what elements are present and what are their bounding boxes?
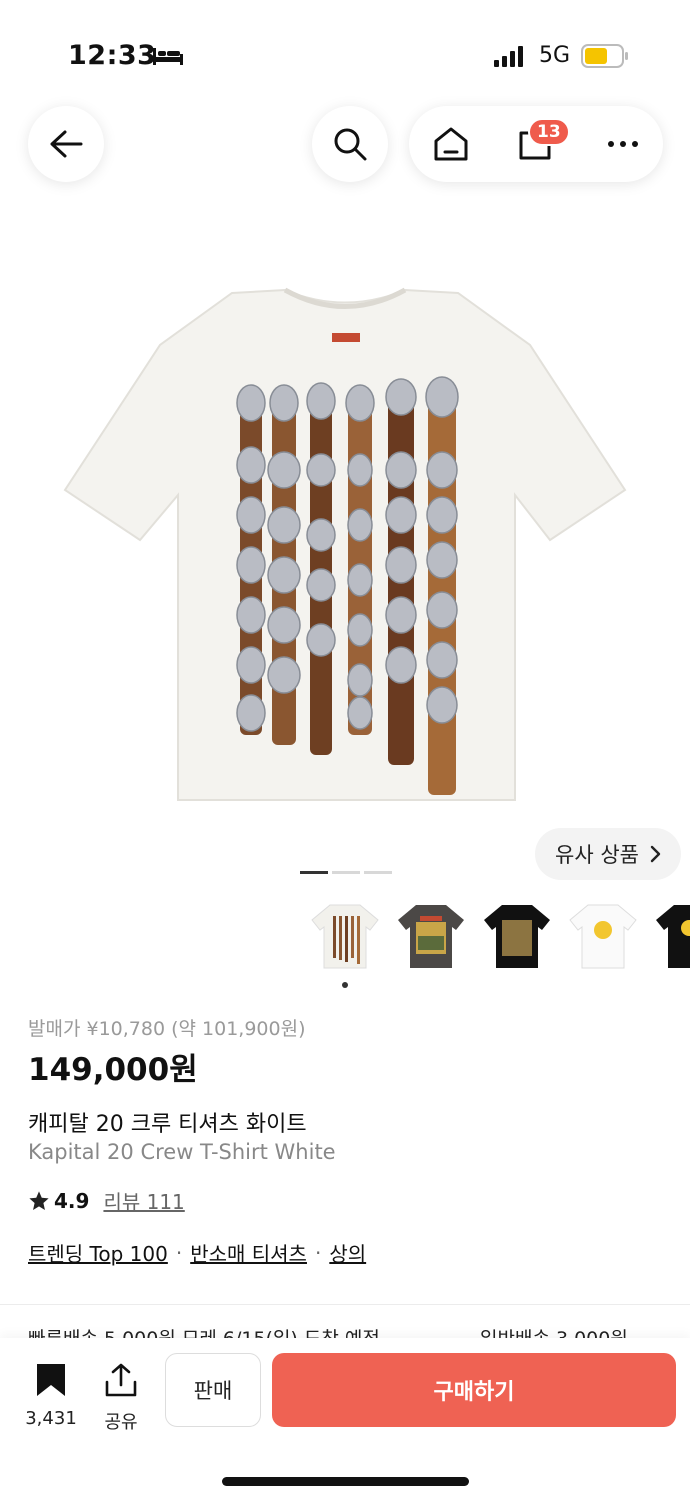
carousel-dot-active <box>300 871 328 874</box>
status-bar: 12:33 5G <box>0 0 690 100</box>
section-divider <box>0 1304 690 1305</box>
similar-products-button[interactable]: 유사 상품 <box>535 828 681 880</box>
sell-button[interactable]: 판매 <box>165 1353 261 1427</box>
carousel-dot <box>364 871 392 874</box>
thumbnail-gray-graphic-tee[interactable] <box>394 902 468 972</box>
star-icon <box>29 1190 49 1210</box>
rating-score: 4.9 <box>54 1188 90 1213</box>
thumbnail-black-smiley-tee[interactable] <box>652 902 690 972</box>
product-name-english: Kapital 20 Crew T-Shirt White <box>28 1140 336 1164</box>
thumbnail-black-graphic-tee[interactable] <box>480 902 554 972</box>
review-link[interactable]: 리뷰 111 <box>103 1186 184 1215</box>
chevron-right-icon <box>650 845 661 863</box>
category-separator: · <box>175 1240 183 1265</box>
thumbnail-white-smiley-tee[interactable] <box>566 902 640 972</box>
category-link-tops[interactable]: 상의 <box>329 1238 366 1267</box>
bookmark-button[interactable]: 3,431 <box>20 1362 82 1429</box>
category-separator: · <box>314 1240 322 1265</box>
product-image[interactable] <box>60 285 630 805</box>
home-icon <box>434 127 468 161</box>
battery-icon <box>581 44 628 68</box>
search-icon <box>334 128 367 161</box>
home-indicator[interactable] <box>222 1477 469 1486</box>
related-thumbnails <box>308 902 690 972</box>
similar-products-label: 유사 상품 <box>555 843 639 867</box>
search-button[interactable] <box>312 106 388 182</box>
sleep-focus-icon <box>153 48 183 65</box>
cart-count-badge: 13 <box>528 118 570 146</box>
category-link-trending[interactable]: 트렌딩 Top 100 <box>28 1238 168 1267</box>
buy-button[interactable]: 구매하기 <box>272 1353 676 1427</box>
shipping-normal: 일반배송 3,000원 <box>480 1324 628 1338</box>
thumbnail-indicator-dot <box>342 982 348 988</box>
back-button[interactable] <box>28 106 104 182</box>
network-type: 5G <box>539 43 571 68</box>
nav-action-group: 13 <box>409 106 663 182</box>
shipping-options-row[interactable]: 빠른배송 5,000원 모레 6/15(일) 도착 예정 일반배송 3,000원 <box>28 1324 690 1338</box>
carousel-dot <box>332 871 360 874</box>
bookmark-icon <box>37 1364 65 1396</box>
current-price: 149,000원 <box>28 1052 198 1088</box>
bookmark-count: 3,431 <box>25 1408 77 1429</box>
bottom-action-bar: 3,431 공유 판매 구매하기 <box>0 1338 690 1500</box>
share-icon <box>105 1363 137 1397</box>
image-carousel-indicator <box>300 871 392 874</box>
signal-icon <box>494 46 523 67</box>
back-icon <box>50 130 83 158</box>
thumbnail-white-belts-tee[interactable] <box>308 902 382 972</box>
more-button[interactable] <box>583 106 663 182</box>
release-price: 발매가 ¥10,780 (약 101,900원) <box>28 1018 306 1040</box>
product-name-korean: 캐피탈 20 크루 티셔츠 화이트 <box>28 1112 307 1137</box>
category-link-short-sleeve[interactable]: 반소매 티셔츠 <box>190 1238 307 1267</box>
status-time: 12:33 <box>68 40 157 71</box>
share-button[interactable]: 공유 <box>96 1362 146 1434</box>
shipping-fast: 빠른배송 5,000원 모레 6/15(일) 도착 예정 <box>28 1324 380 1338</box>
category-breadcrumb: 트렌딩 Top 100 · 반소매 티셔츠 · 상의 <box>28 1238 366 1267</box>
home-button[interactable] <box>411 106 491 182</box>
share-label: 공유 <box>104 1412 138 1433</box>
more-icon <box>608 141 638 147</box>
rating-row: 4.9 리뷰 111 <box>28 1186 185 1215</box>
